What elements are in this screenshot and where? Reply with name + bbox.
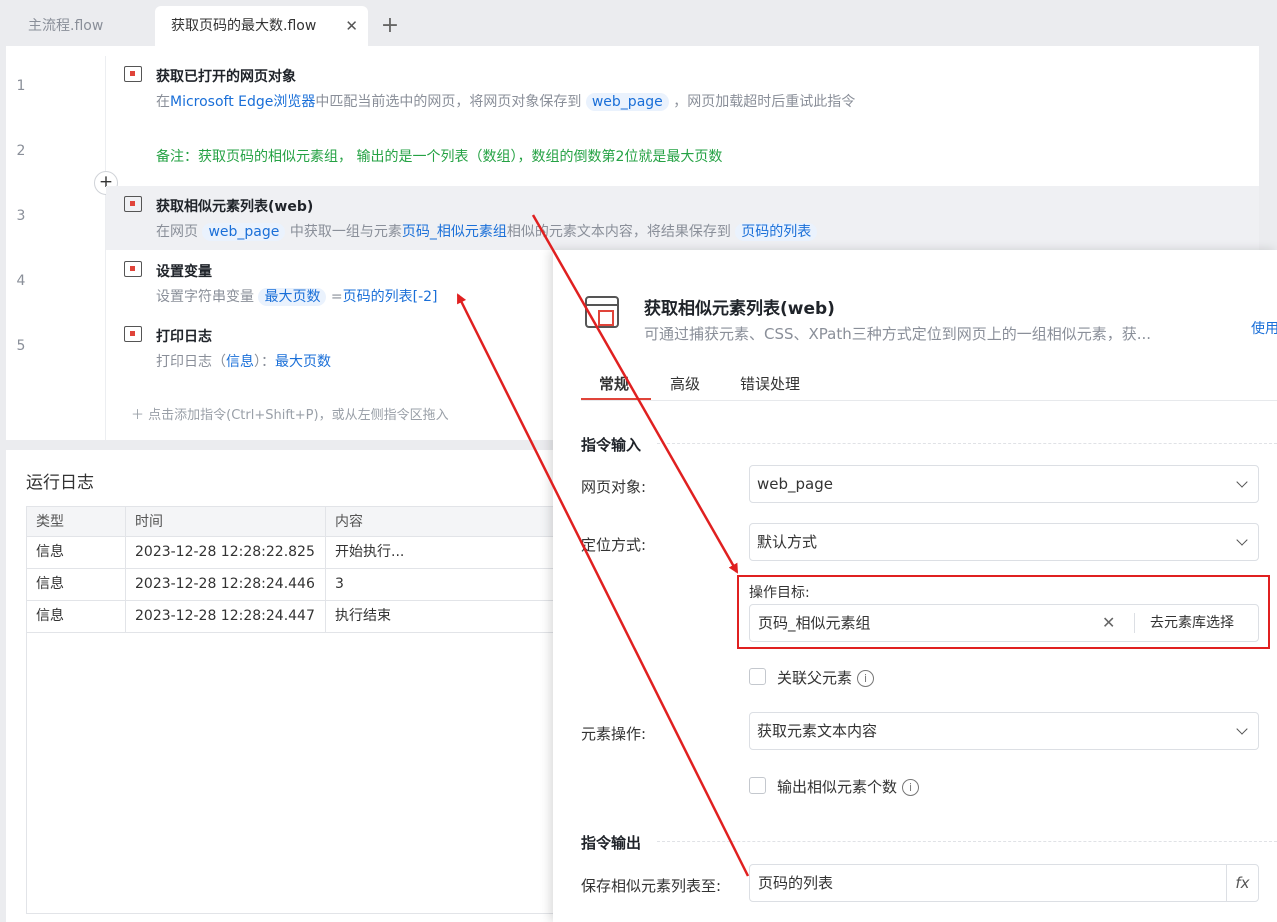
- annotation-arrows: [456, 214, 750, 877]
- arrow-to-target-field: [531, 214, 739, 574]
- arrow-to-page-list-var: [456, 293, 750, 877]
